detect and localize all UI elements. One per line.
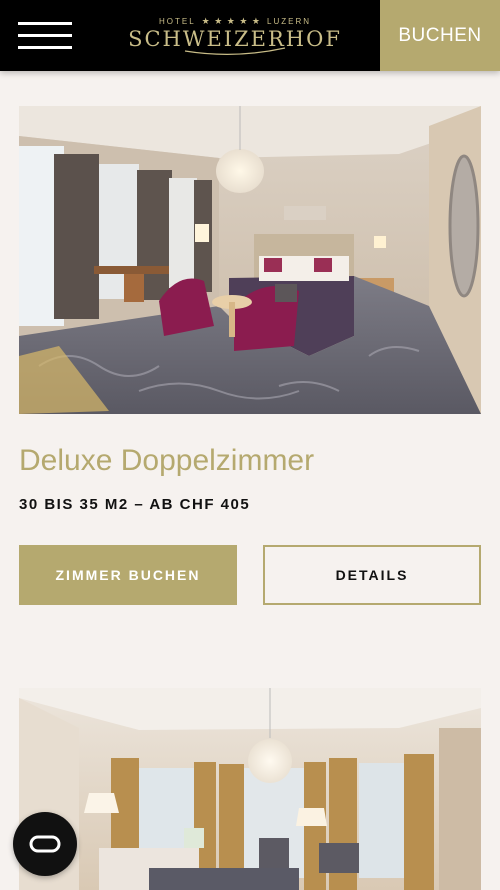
menu-button[interactable] xyxy=(0,0,90,71)
logo-swoosh-icon xyxy=(184,47,286,55)
room-image[interactable] xyxy=(19,106,481,414)
room-actions: ZIMMER BUCHEN DETAILS xyxy=(19,545,481,605)
star-rating: ★ ★ ★ ★ ★ xyxy=(201,16,261,26)
room-details-button[interactable]: DETAILS xyxy=(263,545,481,605)
room-title: Deluxe Doppelzimmer xyxy=(19,444,315,477)
hotel-room-photo xyxy=(19,688,481,890)
book-room-button[interactable]: ZIMMER BUCHEN xyxy=(19,545,237,605)
room-card: Deluxe Doppelzimmer 30 BIS 35 M2 – AB CH… xyxy=(19,106,481,605)
book-button[interactable]: BUCHEN xyxy=(380,0,500,71)
hotel-logo[interactable]: HOTEL ★ ★ ★ ★ ★ LUZERN SCHWEIZERHOF xyxy=(90,0,380,71)
hamburger-menu-icon xyxy=(18,22,72,25)
room-size-price: 30 BIS 35 M2 – AB CHF 405 xyxy=(19,496,251,513)
room-card xyxy=(19,688,481,890)
room-image[interactable] xyxy=(19,688,481,890)
hotel-room-photo xyxy=(19,106,481,414)
chat-button[interactable] xyxy=(13,812,77,876)
site-header: HOTEL ★ ★ ★ ★ ★ LUZERN SCHWEIZERHOF BUCH… xyxy=(0,0,500,71)
chat-loop-icon xyxy=(29,835,61,853)
